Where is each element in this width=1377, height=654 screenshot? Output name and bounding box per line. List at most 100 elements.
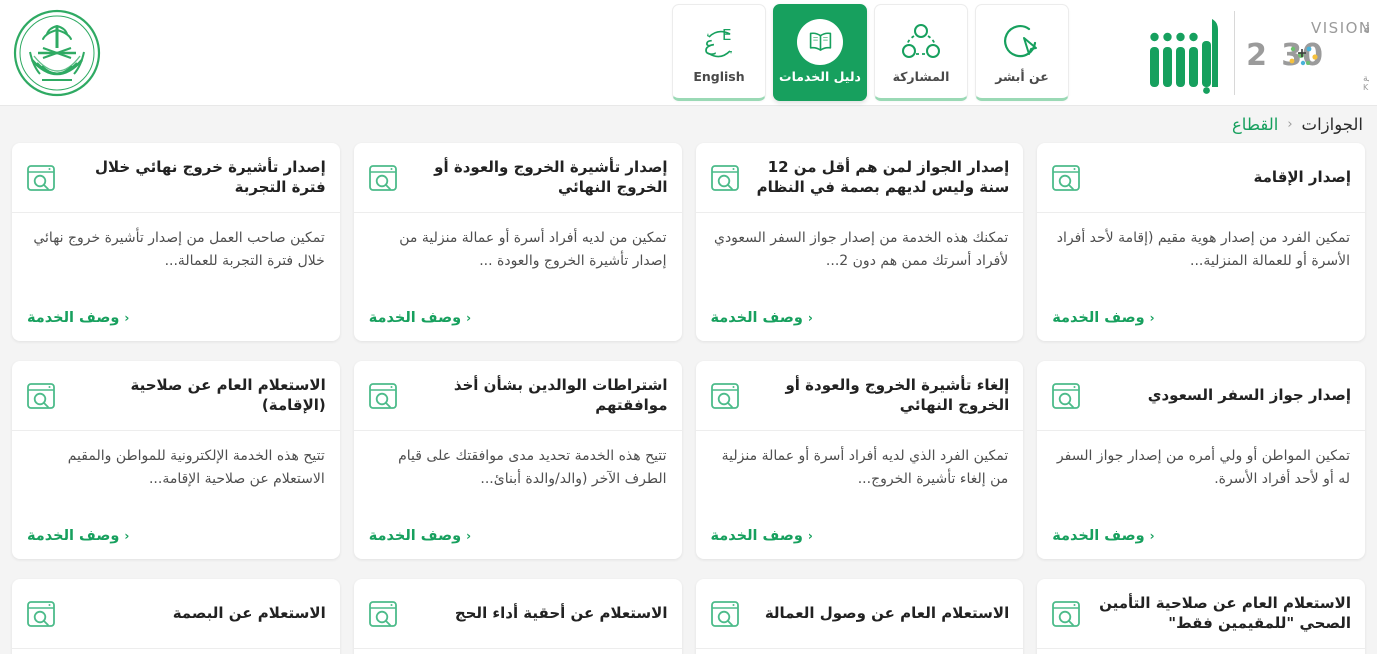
- service-card-description: تتيح هذه الخدمة الإلكترونية للمواطن والم…: [67, 448, 325, 487]
- svg-text:VISION: VISION: [1311, 19, 1369, 37]
- service-card-body: [12, 649, 340, 654]
- service-card-header: إصدار تأشيرة خروج نهائي خلال فترة التجرب…: [12, 143, 340, 213]
- tab-english-label: English: [693, 68, 745, 84]
- chevron-left-icon: ‹: [807, 311, 813, 325]
- service-description-link-label: وصف الخدمة: [27, 528, 120, 544]
- svg-text:KINGDOM OF SAUDI ARABIA: KINGDOM OF SAUDI ARABIA: [1363, 83, 1369, 92]
- service-search-window-icon: [368, 381, 398, 411]
- tab-service-guide[interactable]: دليل الخدمات: [773, 4, 867, 101]
- service-card[interactable]: إصدار الجواز لمن هم أقل من 12 سنة وليس ل…: [695, 143, 1024, 341]
- service-card[interactable]: الاستعلام عن أحقية أداء الحج: [353, 579, 682, 654]
- service-search-window-icon: [710, 381, 740, 411]
- svg-text:2: 2: [1246, 38, 1267, 73]
- service-card-header: الاستعلام عن البصمة: [12, 579, 340, 649]
- chevron-left-icon: ‹: [466, 529, 472, 543]
- chevron-left-icon: ‹: [124, 311, 130, 325]
- service-search-window-icon: [1051, 163, 1081, 193]
- services-grid: إصدار الإقامة تمكين الفرد من إصدار هوية …: [0, 143, 1377, 654]
- service-card-body: تمكين صاحب العمل من إصدار تأشيرة خروج نه…: [12, 213, 340, 341]
- cursor-circle-icon: [999, 20, 1045, 64]
- service-search-window-icon: [368, 599, 398, 629]
- service-search-window-icon: [710, 163, 740, 193]
- service-search-window-icon: [368, 163, 398, 193]
- chevron-left-icon: ‹: [124, 529, 130, 543]
- service-description-link[interactable]: ‹ وصف الخدمة: [1052, 310, 1350, 341]
- service-card-description: تمكين صاحب العمل من إصدار تأشيرة خروج نه…: [33, 230, 325, 269]
- language-toggle-icon: ع E: [696, 20, 742, 64]
- brand-divider: [1234, 11, 1235, 95]
- tab-about-absher[interactable]: عن أبشر: [975, 4, 1069, 101]
- service-card-header: الاستعلام عن أحقية أداء الحج: [353, 579, 682, 649]
- service-card[interactable]: اشتراطات الوالدين بشأن أخذ موافقتهم تتيح…: [353, 361, 682, 559]
- service-card-title: إصدار الجواز لمن هم أقل من 12 سنة وليس ل…: [756, 157, 1010, 196]
- service-description-link[interactable]: ‹ وصف الخدمة: [369, 528, 667, 559]
- service-card-title: إصدار جواز السفر السعودي: [1147, 385, 1351, 404]
- service-card-description: تمكين المواطن أو ولي أمره من إصدار جواز …: [1056, 448, 1350, 487]
- service-description-link-label: وصف الخدمة: [27, 310, 120, 326]
- service-card-header: إصدار الإقامة: [1037, 143, 1365, 213]
- chevron-left-icon: ‹: [1149, 529, 1155, 543]
- service-card[interactable]: الاستعلام العام عن صلاحية التأمين الصحي …: [1037, 579, 1365, 654]
- service-search-window-icon: [1051, 599, 1081, 629]
- service-description-link-label: وصف الخدمة: [710, 310, 803, 326]
- service-card-title: الاستعلام العام عن وصول العمالة: [764, 603, 1010, 622]
- service-card-title: إصدار تأشيرة الخروج والعودة أو الخروج ال…: [434, 157, 668, 196]
- service-card-body: [354, 649, 682, 654]
- service-card[interactable]: إصدار تأشيرة الخروج والعودة أو الخروج ال…: [353, 143, 682, 341]
- service-card-description: تمكين من لديه أفراد أسرة أو عمالة منزلية…: [399, 230, 667, 269]
- service-card-description: تمكين الفرد الذي لديه أفراد أسرة أو عمال…: [721, 448, 1009, 487]
- service-description-link[interactable]: ‹ وصف الخدمة: [27, 528, 325, 559]
- service-search-window-icon: [26, 381, 56, 411]
- service-card[interactable]: إصدار الإقامة تمكين الفرد من إصدار هوية …: [1037, 143, 1365, 341]
- service-description-link[interactable]: ‹ وصف الخدمة: [27, 310, 325, 341]
- service-card[interactable]: الاستعلام العام عن وصول العمالة: [695, 579, 1024, 654]
- service-card-body: [1037, 649, 1365, 654]
- service-description-link[interactable]: ‹ وصف الخدمة: [711, 528, 1009, 559]
- open-book-icon: [797, 18, 843, 65]
- service-description-link[interactable]: ‹ وصف الخدمة: [711, 310, 1009, 341]
- svg-text:ع: ع: [704, 31, 716, 55]
- service-card-title: الاستعلام عن البصمة: [172, 603, 326, 622]
- service-card-header: الاستعلام العام عن وصول العمالة: [695, 579, 1024, 649]
- service-card-title: الاستعلام العام عن صلاحية التأمين الصحي …: [1099, 593, 1351, 632]
- service-card-title: اشتراطات الوالدين بشأن أخذ موافقتهم: [453, 375, 668, 414]
- service-card[interactable]: الاستعلام العام عن صلاحية (الإقامة) تتيح…: [12, 361, 340, 559]
- service-card-header: اشتراطات الوالدين بشأن أخذ موافقتهم: [353, 361, 682, 431]
- service-description-link-label: وصف الخدمة: [1052, 528, 1145, 544]
- tab-english[interactable]: ع E English: [672, 4, 766, 101]
- service-card-title: إصدار تأشيرة خروج نهائي خلال فترة التجرب…: [94, 157, 326, 196]
- tab-about-absher-label: عن أبشر: [995, 68, 1049, 84]
- tab-participation[interactable]: المشاركة: [874, 4, 968, 101]
- absher-logo: [1146, 11, 1224, 95]
- service-card-body: تمكين الفرد من إصدار هوية مقيم (إقامة لأ…: [1037, 213, 1365, 341]
- vision-2030-logo: رؤيـــة VISION 2 30 المملكة العربية السع…: [1245, 13, 1369, 93]
- breadcrumb-sector-link[interactable]: القطاع: [1232, 115, 1278, 134]
- tab-service-guide-label: دليل الخدمات: [779, 68, 861, 84]
- service-card-title: الاستعلام العام عن صلاحية (الإقامة): [130, 375, 326, 414]
- service-card-title: إصدار الإقامة: [1253, 167, 1351, 186]
- service-card[interactable]: إصدار جواز السفر السعودي تمكين المواطن أ…: [1037, 361, 1365, 559]
- service-card-body: تتيح هذه الخدمة الإلكترونية للمواطن والم…: [12, 431, 340, 559]
- service-card-description: تتيح هذه الخدمة تحديد مدى موافقتك على قي…: [398, 448, 667, 487]
- share-nodes-icon: [898, 20, 944, 64]
- breadcrumb-separator-icon: ‹: [1287, 117, 1293, 132]
- service-card-title: الاستعلام عن أحقية أداء الحج: [454, 603, 668, 622]
- service-card-body: تمكين المواطن أو ولي أمره من إصدار جواز …: [1037, 431, 1365, 559]
- service-card[interactable]: الاستعلام عن البصمة: [12, 579, 340, 654]
- site-header: ع E English دليل الخدمات المشاركة عن أبش…: [0, 0, 1377, 106]
- header-nav-tabs: ع E English دليل الخدمات المشاركة عن أبش…: [672, 4, 1069, 101]
- service-card[interactable]: إلغاء تأشيرة الخروج والعودة أو الخروج ال…: [695, 361, 1024, 559]
- service-description-link-label: وصف الخدمة: [368, 310, 462, 326]
- service-search-window-icon: [26, 599, 56, 629]
- service-card[interactable]: إصدار تأشيرة خروج نهائي خلال فترة التجرب…: [12, 143, 340, 341]
- service-card-body: تمكين من لديه أفراد أسرة أو عمالة منزلية…: [354, 213, 682, 341]
- breadcrumb: الجوازات ‹ القطاع: [0, 106, 1377, 143]
- service-search-window-icon: [1051, 381, 1081, 411]
- service-description-link[interactable]: ‹ وصف الخدمة: [369, 310, 667, 341]
- ministry-of-interior-emblem: [12, 8, 102, 98]
- service-description-link[interactable]: ‹ وصف الخدمة: [1052, 528, 1350, 559]
- service-card-header: إلغاء تأشيرة الخروج والعودة أو الخروج ال…: [695, 361, 1024, 431]
- chevron-left-icon: ‹: [466, 311, 472, 325]
- breadcrumb-current: الجوازات: [1301, 115, 1363, 134]
- service-search-window-icon: [26, 163, 56, 193]
